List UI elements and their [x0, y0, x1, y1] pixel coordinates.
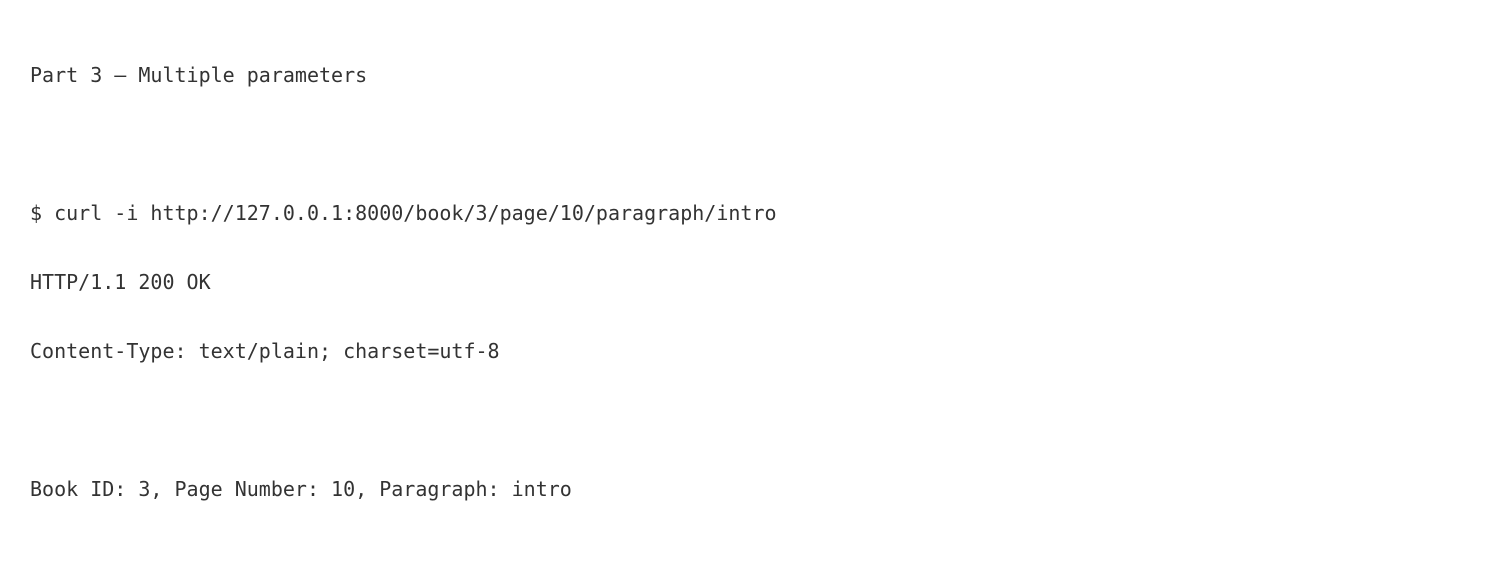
terminal-output: Part 3 — Multiple parameters $ curl -i h… [30, 18, 777, 524]
response-body: Book ID: 3, Page Number: 10, Paragraph: … [30, 477, 572, 501]
curl-command[interactable]: $ curl -i http://127.0.0.1:8000/book/3/p… [30, 202, 777, 225]
section-heading: Part 3 — Multiple parameters [30, 63, 368, 87]
content-type-header: Content-Type: text/plain; charset=utf-8 [30, 339, 500, 363]
http-status-line: HTTP/1.1 200 OK [30, 270, 211, 294]
